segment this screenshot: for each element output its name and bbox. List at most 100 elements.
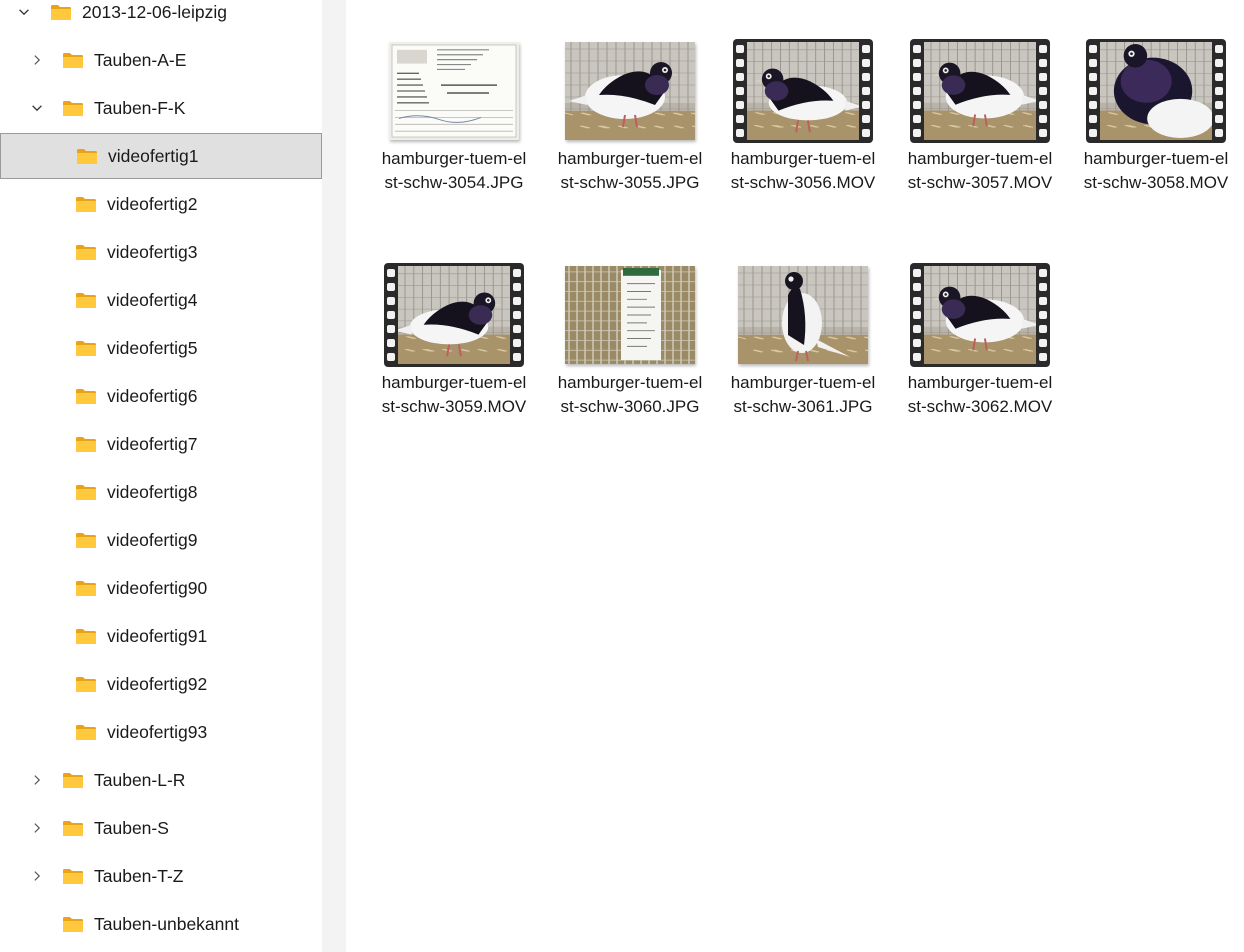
folder-icon — [75, 580, 97, 597]
file-list-view: hamburger-tuem-elst-schw-3054.JPG hamburg… — [346, 0, 1244, 952]
tree-item-label: videofertig3 — [107, 241, 198, 262]
film-strip-icon — [910, 39, 1050, 143]
tree-item-label: Tauben-L-R — [94, 769, 186, 790]
tree-item-label: videofertig91 — [107, 625, 208, 646]
tree-item-tauben-unbekannt[interactable]: Tauben-unbekannt — [0, 901, 320, 947]
tree-item-tauben-l-r[interactable]: Tauben-L-R — [0, 757, 320, 803]
tree-item-label: videofertig1 — [108, 145, 199, 166]
tree-item-videofertig4[interactable]: videofertig4 — [0, 277, 320, 323]
film-strip-icon — [1086, 39, 1226, 143]
thumbnail[interactable] — [733, 261, 873, 369]
tree-item-tauben-a-e[interactable]: Tauben-A-E — [0, 37, 320, 83]
folder-icon — [75, 484, 97, 501]
tree-item-videofertig2[interactable]: videofertig2 — [0, 181, 320, 227]
tree-item-label: videofertig7 — [107, 433, 198, 454]
thumbnail[interactable] — [384, 37, 524, 145]
thumbnail[interactable] — [910, 261, 1050, 369]
folder-icon — [75, 388, 97, 405]
tree-item-label: videofertig6 — [107, 385, 198, 406]
film-strip-icon — [910, 263, 1050, 367]
folder-icon — [62, 52, 84, 69]
chevron-right-icon[interactable] — [29, 772, 45, 788]
tree-item-2013-12-06-leipzig[interactable]: 2013-12-06-leipzig — [0, 0, 320, 35]
film-strip-icon — [733, 39, 873, 143]
photo-thumbnail — [389, 42, 519, 140]
folder-icon — [62, 820, 84, 837]
file-name-label: hamburger-tuem-elst-schw-3057.MOV — [907, 149, 1053, 192]
tree-item-tauben-t-z[interactable]: Tauben-T-Z — [0, 853, 320, 899]
file-name-label: hamburger-tuem-elst-schw-3061.JPG — [730, 373, 876, 416]
thumbnail[interactable] — [560, 37, 700, 145]
tree-item-label: videofertig4 — [107, 289, 198, 310]
folder-icon — [75, 196, 97, 213]
chevron-right-icon[interactable] — [29, 868, 45, 884]
tree-item-videofertig7[interactable]: videofertig7 — [0, 421, 320, 467]
folder-icon — [62, 868, 84, 885]
file-tile[interactable]: hamburger-tuem-elst-schw-3056.MOV — [731, 37, 875, 249]
tree-item-label: Tauben-A-E — [94, 49, 187, 70]
navigation-pane[interactable]: 2013-12-06-leipzig Tauben-A-E Tauben-F-K vi… — [0, 0, 322, 952]
folder-icon — [62, 772, 84, 789]
file-name-label: hamburger-tuem-elst-schw-3055.JPG — [557, 149, 703, 192]
tree-item-label: Tauben-unbekannt — [94, 913, 239, 934]
thumbnail[interactable] — [910, 37, 1050, 145]
folder-icon — [75, 436, 97, 453]
tree-item-tauben-s[interactable]: Tauben-S — [0, 805, 320, 851]
file-tile[interactable]: hamburger-tuem-elst-schw-3062.MOV — [908, 261, 1052, 473]
folder-icon — [75, 724, 97, 741]
chevron-right-icon[interactable] — [29, 820, 45, 836]
tree-item-label: Tauben-T-Z — [94, 865, 184, 886]
file-tile[interactable]: hamburger-tuem-elst-schw-3059.MOV — [382, 261, 526, 473]
tree-item-videofertig9[interactable]: videofertig9 — [0, 517, 320, 563]
tree-item-label: videofertig2 — [107, 193, 198, 214]
tree-item-label: videofertig90 — [107, 577, 208, 598]
folder-icon — [75, 628, 97, 645]
file-name-label: hamburger-tuem-elst-schw-3060.JPG — [557, 373, 703, 416]
file-tile[interactable]: hamburger-tuem-elst-schw-3057.MOV — [908, 37, 1052, 249]
file-tile[interactable]: hamburger-tuem-elst-schw-3055.JPG — [558, 37, 702, 249]
file-name-label: hamburger-tuem-elst-schw-3056.MOV — [730, 149, 876, 192]
thumbnail[interactable] — [733, 37, 873, 145]
film-strip-icon — [384, 263, 524, 367]
tree-item-videofertig92[interactable]: videofertig92 — [0, 661, 320, 707]
file-tile[interactable]: hamburger-tuem-elst-schw-3060.JPG — [558, 261, 702, 473]
folder-icon — [75, 676, 97, 693]
tree-item-label: videofertig9 — [107, 529, 198, 550]
file-tile[interactable]: hamburger-tuem-elst-schw-3061.JPG — [731, 261, 875, 473]
thumbnail[interactable] — [384, 261, 524, 369]
chevron-right-icon[interactable] — [29, 52, 45, 68]
file-tile[interactable]: hamburger-tuem-elst-schw-3058.MOV — [1084, 37, 1228, 249]
chevron-down-icon[interactable] — [29, 100, 45, 116]
tree-item-tauben-f-k[interactable]: Tauben-F-K — [0, 85, 320, 131]
folder-icon — [62, 916, 84, 933]
pane-divider[interactable] — [322, 0, 658, 952]
file-name-label: hamburger-tuem-elst-schw-3062.MOV — [907, 373, 1053, 416]
folder-icon — [75, 340, 97, 357]
tree-item-label: 2013-12-06-leipzig — [82, 1, 227, 22]
photo-thumbnail — [738, 266, 868, 364]
tree-item-label: Tauben-S — [94, 817, 169, 838]
tree-item-label: videofertig5 — [107, 337, 198, 358]
thumbnail[interactable] — [560, 261, 700, 369]
chevron-down-icon[interactable] — [16, 4, 32, 20]
thumbnail[interactable] — [1086, 37, 1226, 145]
photo-thumbnail — [565, 42, 695, 140]
file-tile[interactable]: hamburger-tuem-elst-schw-3054.JPG — [382, 37, 526, 249]
tree-item-videofertig5[interactable]: videofertig5 — [0, 325, 320, 371]
tree-item-videofertig1[interactable]: videofertig1 — [0, 133, 322, 179]
tree-item-videofertig91[interactable]: videofertig91 — [0, 613, 320, 659]
tree-item-videofertig6[interactable]: videofertig6 — [0, 373, 320, 419]
file-name-label: hamburger-tuem-elst-schw-3058.MOV — [1083, 149, 1229, 192]
tree-item-videofertig93[interactable]: videofertig93 — [0, 709, 320, 755]
tree-item-videofertig90[interactable]: videofertig90 — [0, 565, 320, 611]
folder-icon — [62, 100, 84, 117]
tree-item-label: Tauben-F-K — [94, 97, 186, 118]
tree-item-label: videofertig93 — [107, 721, 208, 742]
folder-icon — [75, 244, 97, 261]
tree-item-videofertig8[interactable]: videofertig8 — [0, 469, 320, 515]
folder-icon — [75, 532, 97, 549]
tree-item-videofertig3[interactable]: videofertig3 — [0, 229, 320, 275]
file-name-label: hamburger-tuem-elst-schw-3059.MOV — [381, 373, 527, 416]
folder-icon — [50, 4, 72, 21]
folder-icon — [76, 148, 98, 165]
